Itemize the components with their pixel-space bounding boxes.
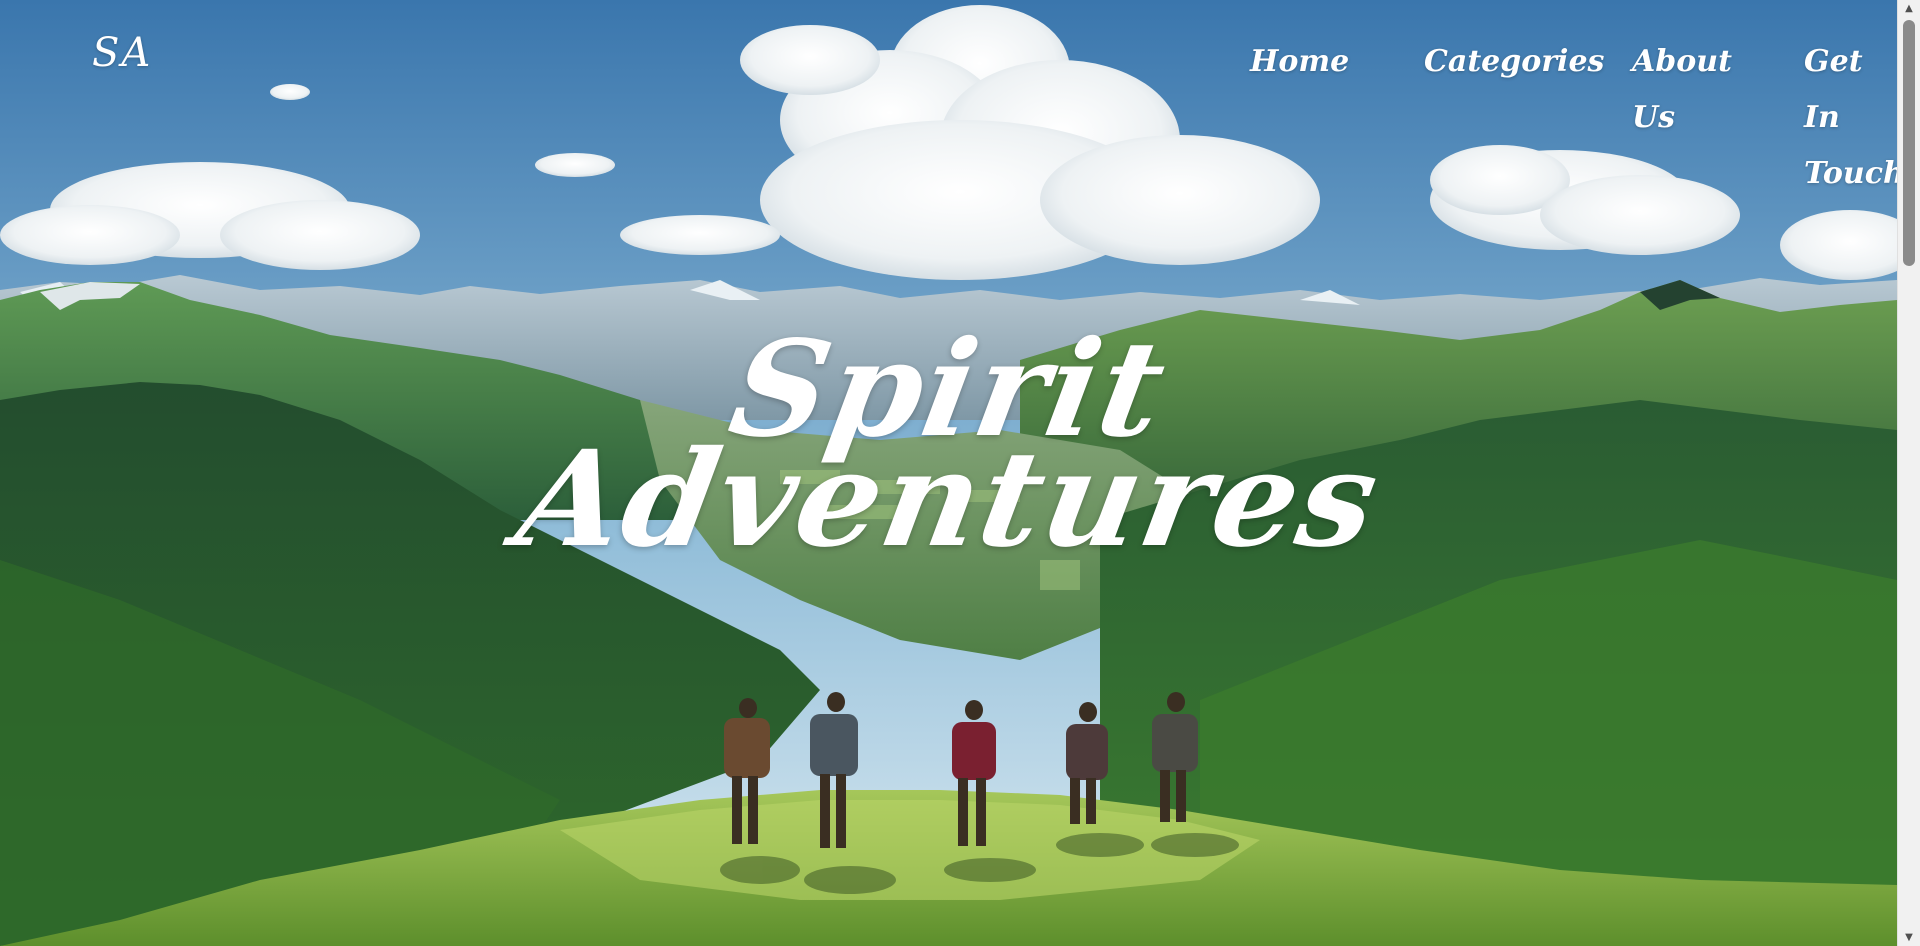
scroll-down-arrow-icon[interactable]: ▼: [1898, 929, 1920, 946]
main-navigation: Home Categories About Us Get In Touch: [0, 34, 1897, 191]
nav-categories-label: Categories: [1424, 44, 1605, 79]
scrollbar-thumb[interactable]: [1903, 20, 1915, 266]
nav-home-label: Home: [1250, 44, 1350, 79]
page-viewport: SA Home Categories About Us Get In Touch…: [0, 0, 1897, 946]
nav-get-in-touch-link[interactable]: Get In Touch: [1804, 34, 1897, 202]
nav-about-us-link[interactable]: About Us: [1632, 34, 1742, 146]
nav-about-us-label-line2: Us: [1632, 100, 1676, 135]
hero-title: Spirit Adventures: [0, 312, 1897, 577]
nav-get-in-touch-label-line1: Get In: [1804, 44, 1863, 135]
nav-get-in-touch-label-line2: Touch: [1804, 156, 1897, 191]
nav-home-link[interactable]: Home: [1250, 34, 1349, 90]
nav-categories-link[interactable]: Categories: [1424, 34, 1604, 90]
scroll-up-arrow-icon[interactable]: ▲: [1898, 0, 1920, 17]
vertical-scrollbar[interactable]: ▲ ▼: [1897, 0, 1920, 946]
nav-about-us-label-line1: About: [1632, 44, 1732, 79]
hero-title-line2: Adventures: [506, 422, 1391, 577]
